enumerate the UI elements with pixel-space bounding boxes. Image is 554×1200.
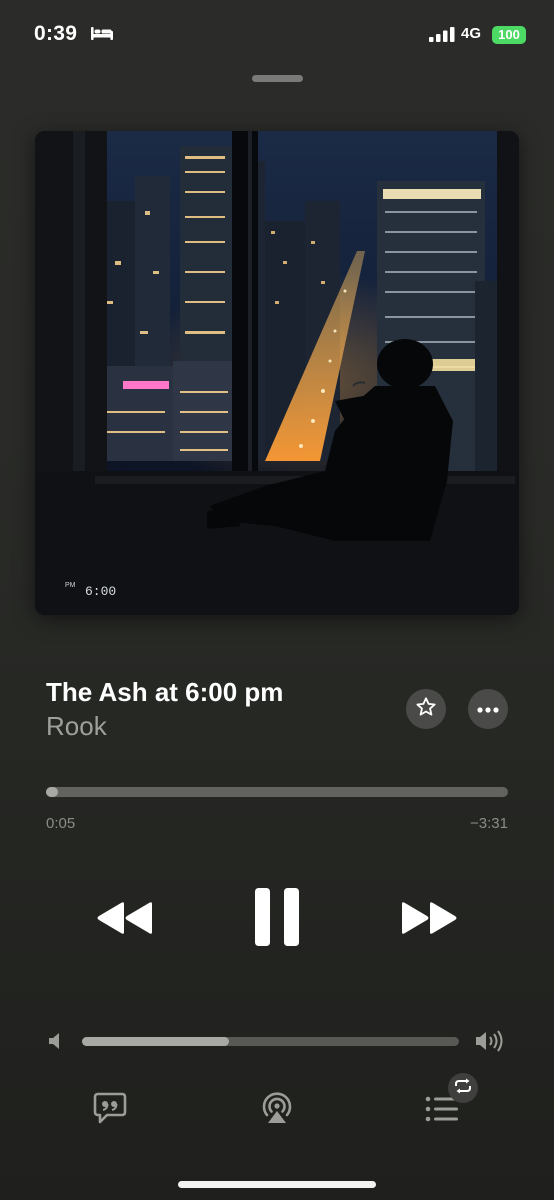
- rewind-button[interactable]: [92, 897, 158, 943]
- status-bar: 0:39 4G 100: [0, 0, 554, 70]
- more-icon: [477, 700, 499, 718]
- artwork-clock-prefix: PM: [65, 582, 76, 589]
- elapsed-time: 0:05: [46, 815, 76, 832]
- lyrics-button[interactable]: [93, 1092, 127, 1129]
- volume-low-icon: [47, 1032, 63, 1055]
- repeat-icon: [454, 1078, 472, 1099]
- sheet-grabber[interactable]: [252, 75, 303, 82]
- volume-fill: [82, 1037, 230, 1046]
- more-options-button[interactable]: [468, 689, 508, 729]
- album-artwork: PM 6:00: [35, 131, 519, 615]
- track-title: The Ash at 6:00 pm: [46, 677, 284, 707]
- artist-name[interactable]: Rook: [46, 711, 107, 742]
- rewind-icon: [96, 901, 154, 940]
- airplay-button[interactable]: [259, 1091, 295, 1130]
- lyrics-icon: [93, 1092, 127, 1128]
- star-icon: [415, 696, 437, 723]
- home-indicator[interactable]: [178, 1181, 376, 1188]
- favorite-button[interactable]: [406, 689, 446, 729]
- artwork-clock-time: 6:00: [85, 584, 116, 599]
- cellular-signal-icon: [429, 27, 455, 47]
- status-time: 0:39: [34, 22, 78, 45]
- playback-progress-fill: [46, 787, 58, 797]
- network-type: 4G: [461, 25, 482, 42]
- pause-icon: [255, 887, 299, 951]
- fast-forward-icon: [400, 901, 458, 940]
- pause-button[interactable]: [250, 887, 304, 951]
- repeat-button[interactable]: [448, 1073, 478, 1103]
- battery-indicator: 100: [492, 26, 526, 44]
- remaining-time: −3:31: [470, 815, 508, 832]
- fast-forward-button[interactable]: [396, 897, 462, 943]
- bed-icon: [90, 25, 114, 46]
- airplay-icon: [259, 1092, 295, 1129]
- volume-slider[interactable]: [82, 1037, 459, 1046]
- playback-progress-slider[interactable]: [46, 787, 508, 797]
- queue-icon: [425, 1096, 459, 1128]
- volume-high-icon: [475, 1030, 505, 1057]
